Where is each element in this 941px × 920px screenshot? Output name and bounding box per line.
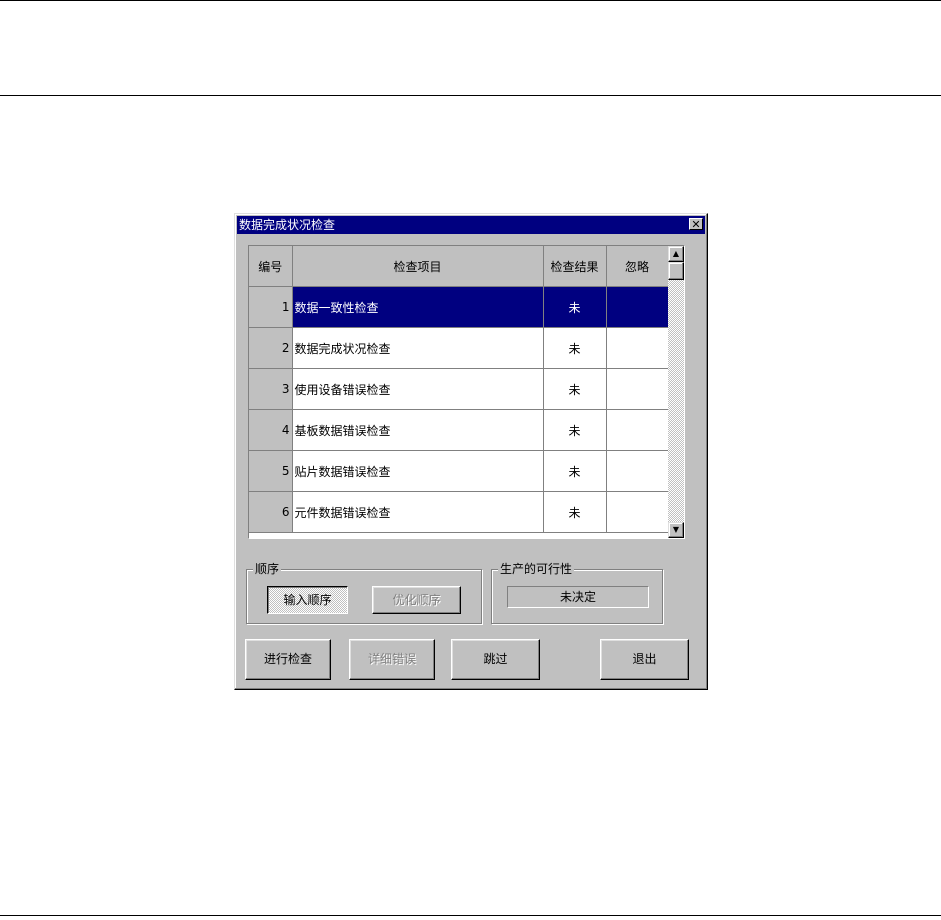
row-ignore-cell[interactable]: [606, 327, 669, 369]
table-row[interactable]: 3 使用设备错误检查 未: [249, 368, 669, 410]
exit-button[interactable]: 退出: [600, 639, 689, 680]
feasibility-group-label: 生产的可行性: [498, 562, 575, 576]
row-check-result: 未: [543, 286, 607, 328]
table-row[interactable]: 5 贴片数据错误检查 未: [249, 450, 669, 492]
check-items-grid: 编号 检查项目 检查结果 忽略 1 数据一致性检查 未 2 数据完成状况检查 未…: [248, 245, 685, 539]
row-check-result: 未: [543, 368, 607, 410]
row-number: 3: [249, 368, 293, 410]
row-check-item[interactable]: 使用设备错误检查: [292, 368, 544, 410]
data-completion-check-dialog: 数据完成状况检查 ✕ 编号 检查项目 检查结果 忽略 1 数据一致性检查 未 2…: [234, 213, 708, 690]
optimized-order-button[interactable]: 优化顺序: [372, 586, 461, 614]
row-number: 5: [249, 450, 293, 492]
row-ignore-cell[interactable]: [606, 409, 669, 451]
row-check-result: 未: [543, 409, 607, 451]
row-check-item[interactable]: 元件数据错误检查: [292, 491, 544, 533]
table-header-row: 编号 检查项目 检查结果 忽略: [249, 246, 669, 287]
dialog-titlebar: 数据完成状况检查 ✕: [237, 216, 705, 234]
row-ignore-cell[interactable]: [606, 368, 669, 410]
feasibility-groupbox: 生产的可行性 未决定: [491, 562, 663, 624]
vertical-scrollbar[interactable]: ▲ ▼: [668, 246, 684, 538]
row-check-result: 未: [543, 491, 607, 533]
row-check-result: 未: [543, 327, 607, 369]
row-check-item[interactable]: 数据一致性检查: [292, 286, 544, 328]
table-row[interactable]: 1 数据一致性检查 未: [249, 286, 669, 328]
run-check-button[interactable]: 进行检查: [245, 639, 331, 680]
page-footer-rule: [0, 915, 941, 916]
arrow-down-icon: ▼: [672, 525, 680, 534]
table-row[interactable]: 4 基板数据错误检查 未: [249, 409, 669, 451]
skip-button[interactable]: 跳过: [451, 639, 540, 680]
order-group-label: 顺序: [253, 562, 282, 576]
scroll-down-button[interactable]: ▼: [668, 522, 684, 538]
page-top-rule: [0, 0, 941, 1]
page-header-rule: [0, 95, 941, 96]
row-number: 1: [249, 286, 293, 328]
close-button[interactable]: ✕: [689, 218, 703, 230]
detail-errors-button[interactable]: 详细错误: [349, 639, 435, 680]
input-order-button[interactable]: 输入顺序: [267, 586, 348, 614]
row-check-item[interactable]: 基板数据错误检查: [292, 409, 544, 451]
close-icon: ✕: [691, 218, 701, 231]
feasibility-status-field: 未决定: [507, 586, 649, 608]
row-check-result: 未: [543, 450, 607, 492]
row-ignore-cell[interactable]: [606, 450, 669, 492]
row-ignore-cell[interactable]: [606, 491, 669, 533]
column-header-check-result[interactable]: 检查结果: [543, 246, 607, 287]
row-check-item[interactable]: 贴片数据错误检查: [292, 450, 544, 492]
table-row[interactable]: 2 数据完成状况检查 未: [249, 327, 669, 369]
order-groupbox: 顺序 输入顺序 优化顺序: [246, 562, 482, 624]
table-row[interactable]: 6 元件数据错误检查 未: [249, 491, 669, 533]
row-number: 6: [249, 491, 293, 533]
check-items-table: 编号 检查项目 检查结果 忽略 1 数据一致性检查 未 2 数据完成状况检查 未…: [249, 246, 669, 533]
arrow-up-icon: ▲: [672, 249, 680, 258]
row-number: 4: [249, 409, 293, 451]
scroll-thumb[interactable]: [668, 262, 684, 280]
column-header-ignore[interactable]: 忽略: [606, 246, 669, 287]
row-ignore-cell[interactable]: [606, 286, 669, 328]
scroll-up-button[interactable]: ▲: [668, 246, 684, 262]
column-header-check-item[interactable]: 检查项目: [292, 246, 544, 287]
dialog-title: 数据完成状况检查: [239, 218, 336, 232]
row-check-item[interactable]: 数据完成状况检查: [292, 327, 544, 369]
column-header-number[interactable]: 编号: [249, 246, 293, 287]
row-number: 2: [249, 327, 293, 369]
